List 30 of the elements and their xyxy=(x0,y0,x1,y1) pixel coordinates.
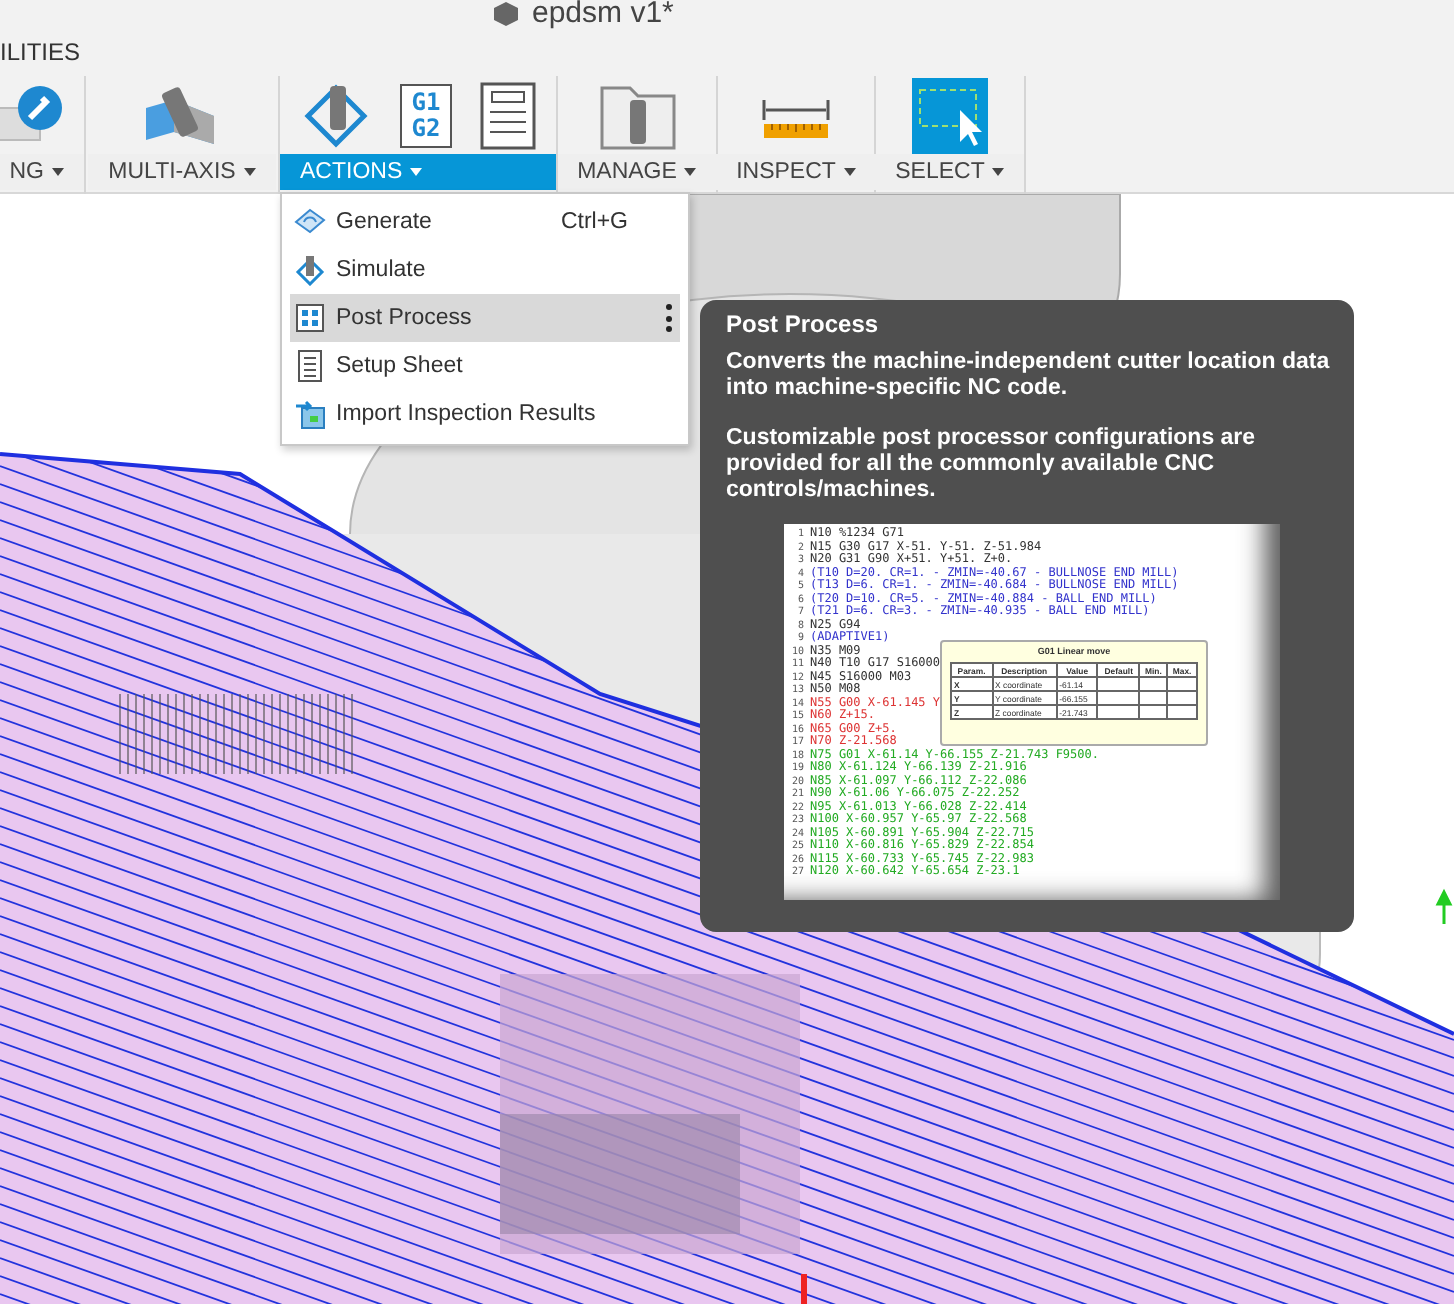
caret-icon xyxy=(52,168,64,177)
menu-item[interactable]: Simulate xyxy=(290,246,680,294)
tool-diamond-icon[interactable] xyxy=(300,79,372,152)
caret-icon xyxy=(992,168,1005,177)
post-process-icon[interactable]: G1 G2 xyxy=(400,83,452,148)
selection-icon[interactable] xyxy=(912,77,988,154)
caret-icon xyxy=(684,168,697,177)
code-grid-icon xyxy=(294,302,326,334)
document-title: epdsm v1* xyxy=(532,0,674,30)
menu-item[interactable]: Post Process xyxy=(290,294,680,342)
menu-item[interactable]: Setup Sheet xyxy=(290,342,680,390)
caret-icon xyxy=(843,168,856,177)
caret-icon xyxy=(410,168,423,177)
menu-item[interactable]: Import Inspection Results xyxy=(290,390,680,438)
document-icon xyxy=(294,350,326,382)
axis-arrow-icon xyxy=(1435,888,1453,926)
generate-icon xyxy=(294,206,326,238)
import-icon xyxy=(294,398,326,430)
axis-line-icon xyxy=(801,1274,807,1304)
tooltip-title: Post Process xyxy=(726,310,881,338)
tool-diamond-icon xyxy=(294,254,326,286)
document-icon[interactable] xyxy=(480,81,536,150)
toolbar-group-button[interactable]: INSPECT xyxy=(716,154,876,190)
caret-icon xyxy=(243,168,256,177)
workspace-tab[interactable]: ILITIES xyxy=(0,38,81,66)
more-options-icon[interactable] xyxy=(664,304,672,332)
menu-item[interactable]: Generate Ctrl+G xyxy=(290,198,680,246)
tooltip-text: Converts the machine-independent cutter location data into machine-specific NC code. xyxy=(726,350,1330,402)
cube-icon xyxy=(492,0,520,27)
tooltip-text: Customizable post processor configurations are provided for all the commonly available CNC controls/machines. xyxy=(726,426,1258,504)
